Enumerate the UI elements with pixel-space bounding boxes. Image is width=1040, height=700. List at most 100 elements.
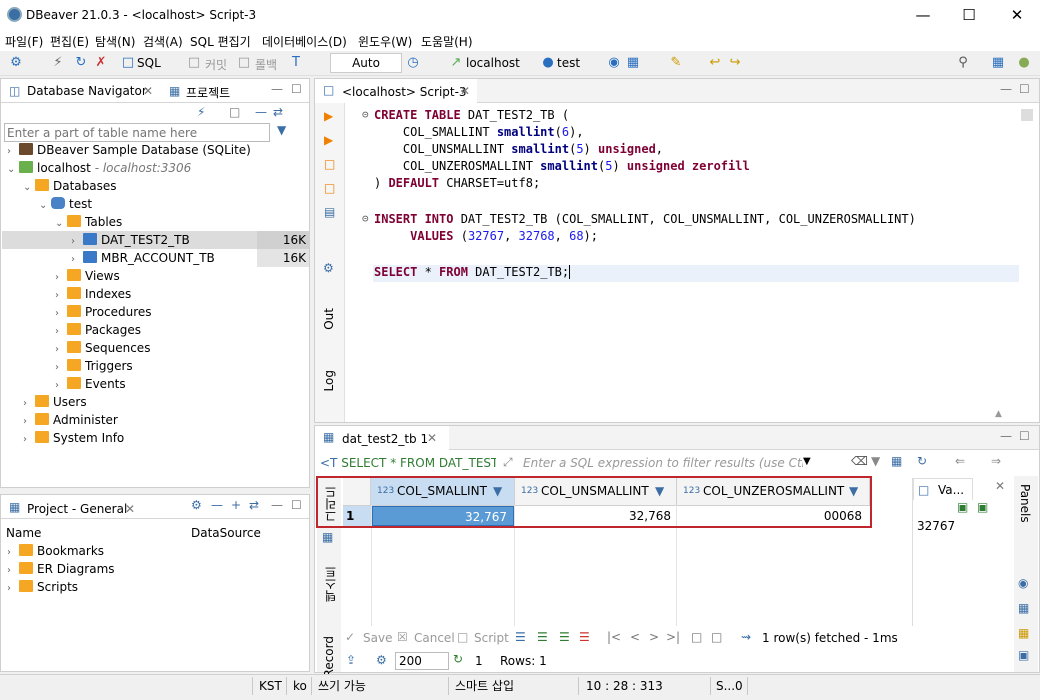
link-icon[interactable]: ⇄ bbox=[249, 498, 259, 512]
expand-icon[interactable]: ⤢ bbox=[503, 455, 513, 470]
tab-project-general[interactable]: Project - General bbox=[27, 502, 127, 516]
forward-icon[interactable]: ⇒ bbox=[991, 454, 1001, 468]
close-icon[interactable]: ✕ bbox=[143, 84, 153, 98]
add-row-icon[interactable]: ☰ bbox=[537, 630, 548, 644]
maximize-icon[interactable]: ☐ bbox=[291, 82, 302, 96]
add-connection-icon[interactable]: ⚡ bbox=[197, 105, 205, 119]
fold-icon[interactable]: ⊝ bbox=[362, 108, 369, 121]
results-filter-input[interactable]: Enter a SQL expression to filter results… bbox=[523, 453, 803, 473]
minimize-icon[interactable]: — bbox=[271, 82, 283, 96]
fold-icon[interactable]: ⊝ bbox=[362, 212, 369, 225]
tree-item-test[interactable]: ⌄ test bbox=[39, 195, 92, 213]
add-icon[interactable]: + bbox=[231, 498, 241, 512]
value-panel-value[interactable]: 32767 bbox=[917, 519, 955, 533]
gear-icon[interactable]: ⚙ bbox=[376, 653, 387, 667]
tab-value-panel[interactable]: □ Va... bbox=[913, 478, 973, 500]
tab-projects[interactable]: 프로젝트 bbox=[186, 84, 230, 101]
tree-item-views[interactable]: › Views bbox=[55, 267, 120, 285]
log-tab[interactable]: Log bbox=[322, 370, 336, 391]
menu-sql-editor[interactable]: SQL 편집기 bbox=[190, 33, 251, 50]
execute-script-tabs-icon[interactable]: □ bbox=[324, 181, 335, 195]
gear-icon[interactable]: ⚙ bbox=[191, 498, 202, 512]
save-options-icon[interactable]: ▣ bbox=[977, 500, 988, 514]
minimize-icon[interactable]: — bbox=[900, 0, 946, 31]
export-icon[interactable]: ⇪ bbox=[346, 653, 356, 667]
panel-icon[interactable]: ▦ bbox=[1018, 601, 1029, 615]
splitter-handle[interactable]: ▲ bbox=[995, 409, 1002, 419]
new-connection-icon[interactable]: ⚙ bbox=[8, 55, 24, 71]
back-icon[interactable]: ⇐ bbox=[955, 454, 965, 468]
rollback-icon[interactable]: □ bbox=[236, 55, 252, 71]
fetch-all-icon[interactable]: □ bbox=[711, 630, 722, 644]
history-icon[interactable]: ◷ bbox=[405, 55, 421, 71]
tab-database-navigator[interactable]: Database Navigator bbox=[27, 84, 147, 98]
close-icon[interactable]: ✕ bbox=[427, 431, 437, 445]
menu-search[interactable]: 검색(A) bbox=[143, 33, 183, 50]
back-icon[interactable]: ↩ bbox=[707, 55, 723, 71]
project-item-scripts[interactable]: › Scripts bbox=[7, 578, 78, 596]
output-tab[interactable]: Out bbox=[322, 308, 336, 330]
menu-help[interactable]: 도움말(H) bbox=[421, 33, 473, 50]
filter-icon[interactable]: ▼ bbox=[871, 454, 880, 468]
cancel-button[interactable]: Cancel bbox=[414, 631, 455, 645]
tree-item-users[interactable]: › Users bbox=[23, 393, 87, 411]
execute-new-tab-icon[interactable]: ▶ bbox=[324, 133, 333, 147]
close-icon[interactable]: ✕ bbox=[995, 479, 1005, 493]
project-item-bookmarks[interactable]: › Bookmarks bbox=[7, 542, 104, 560]
tree-item-triggers[interactable]: › Triggers bbox=[55, 357, 133, 375]
user-avatar-icon[interactable]: ● bbox=[1016, 55, 1032, 71]
pin-icon[interactable]: ⇝ bbox=[741, 630, 751, 644]
tree-item-events[interactable]: › Events bbox=[55, 375, 126, 393]
tab-record[interactable]: Record bbox=[322, 636, 336, 677]
execute-script-icon[interactable]: □ bbox=[324, 157, 335, 171]
explain-icon[interactable]: ▤ bbox=[324, 205, 335, 219]
scrollbar-thumb[interactable] bbox=[1021, 109, 1033, 121]
execute-icon[interactable]: ▶ bbox=[324, 109, 333, 123]
auto-commit-select[interactable]: Auto bbox=[330, 53, 402, 73]
panel-icon[interactable]: ▦ bbox=[1018, 626, 1029, 640]
script-icon[interactable]: □ bbox=[457, 630, 468, 644]
menu-file[interactable]: 파일(F) bbox=[5, 33, 43, 50]
sql-editor-icon[interactable]: □ bbox=[120, 55, 136, 71]
search-icon[interactable]: ⚲ bbox=[955, 55, 971, 71]
script-button[interactable]: Script bbox=[474, 631, 509, 645]
tab-dat-test2-tb[interactable]: ▦ dat_test2_tb 1 ✕ bbox=[315, 426, 449, 450]
first-page-icon[interactable]: |< bbox=[607, 630, 621, 644]
link-editor-icon[interactable]: ⇄ bbox=[273, 105, 283, 119]
tab-panels[interactable]: Panels bbox=[1018, 484, 1032, 523]
tree-item-indexes[interactable]: › Indexes bbox=[55, 285, 131, 303]
invalidate-icon[interactable]: ↻ bbox=[73, 55, 89, 71]
eraser-icon[interactable]: ⌫ bbox=[851, 454, 868, 468]
save-icon[interactable]: ▣ bbox=[957, 500, 968, 514]
erd-icon[interactable]: ▦ bbox=[625, 55, 641, 71]
tree-item-system-info[interactable]: › System Info bbox=[23, 429, 124, 447]
delete-row-icon[interactable]: ☰ bbox=[579, 630, 590, 644]
disconnect-icon[interactable]: ✗ bbox=[93, 55, 109, 71]
close-icon[interactable]: ✕ bbox=[460, 84, 470, 98]
tree-item-databases[interactable]: ⌄ Databases bbox=[23, 177, 117, 195]
maximize-icon[interactable]: ☐ bbox=[291, 498, 302, 512]
close-icon[interactable]: ✕ bbox=[994, 0, 1040, 31]
connect-icon[interactable]: ⚡ bbox=[50, 55, 66, 71]
tree-item-sequences[interactable]: › Sequences bbox=[55, 339, 150, 357]
filter-dropdown-icon[interactable]: ▼ bbox=[803, 456, 811, 467]
minimize-icon[interactable]: — bbox=[1000, 82, 1012, 96]
minimize-icon[interactable]: — bbox=[271, 498, 283, 512]
tree-item-localhost[interactable]: ⌄ localhost - localhost:3306 bbox=[7, 159, 191, 177]
close-icon[interactable]: ✕ bbox=[125, 502, 135, 516]
tree-item-mbr-account-tb[interactable]: › MBR_ACCOUNT_TB bbox=[71, 249, 215, 267]
panel-icon[interactable]: ◉ bbox=[1018, 576, 1028, 590]
edit-row-icon[interactable]: ☰ bbox=[515, 630, 526, 644]
last-page-icon[interactable]: >| bbox=[666, 630, 680, 644]
table-filter-input[interactable] bbox=[4, 123, 270, 142]
maximize-icon[interactable]: ☐ bbox=[1019, 82, 1030, 96]
collapse-icon[interactable]: — bbox=[211, 498, 223, 512]
maximize-icon[interactable]: ☐ bbox=[946, 0, 992, 31]
tree-item-packages[interactable]: › Packages bbox=[55, 321, 141, 339]
maximize-icon[interactable]: ☐ bbox=[1019, 429, 1030, 443]
tree-item-tables[interactable]: ⌄ Tables bbox=[55, 213, 122, 231]
active-database[interactable]: test bbox=[557, 56, 580, 70]
gear-icon[interactable]: ⚙ bbox=[323, 261, 334, 275]
save-button[interactable]: Save bbox=[363, 631, 392, 645]
filter-settings-icon[interactable]: ▦ bbox=[891, 454, 902, 468]
